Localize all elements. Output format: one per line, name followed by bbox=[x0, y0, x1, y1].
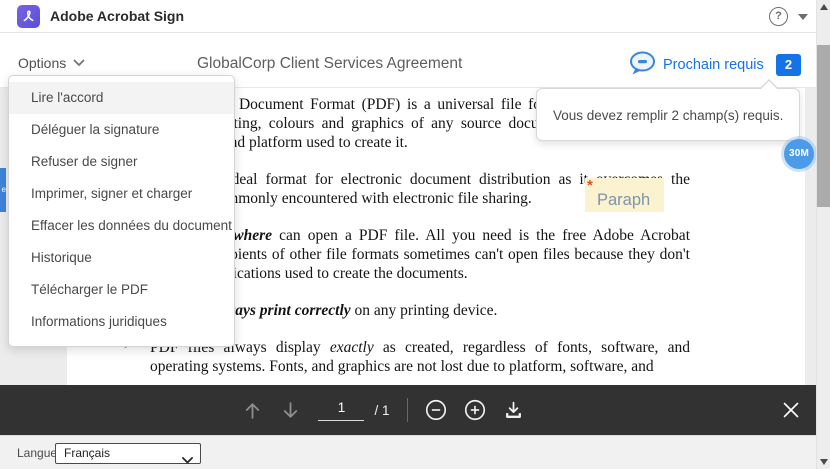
toolbar-divider bbox=[406, 398, 408, 422]
help-icon[interactable]: ? bbox=[769, 7, 788, 26]
initials-form-field[interactable]: * Paraph bbox=[585, 177, 664, 212]
menu-item-download-pdf[interactable]: Télécharger le PDF bbox=[9, 274, 234, 306]
zoom-in-button[interactable] bbox=[464, 399, 486, 421]
scroll-up-icon[interactable] bbox=[820, 4, 828, 10]
required-fields-tooltip: Vous devez remplir 2 champ(s) requis. bbox=[536, 79, 800, 141]
menu-item-clear-document-data[interactable]: Effacer les données du document bbox=[9, 210, 234, 242]
previous-page-button[interactable] bbox=[242, 400, 263, 421]
select-chevron-icon bbox=[182, 451, 193, 469]
scroll-down-icon[interactable] bbox=[820, 459, 828, 465]
acrobat-sign-window: Adobe Acrobat Sign ? Options GlobalCorp … bbox=[0, 0, 830, 469]
next-required-button[interactable]: Prochain requis bbox=[663, 57, 764, 73]
menu-item-delegate-signature[interactable]: Déléguer la signature bbox=[9, 114, 234, 146]
menu-item-decline-to-sign[interactable]: Refuser de signer bbox=[9, 146, 234, 178]
chevron-down-icon bbox=[73, 59, 85, 67]
comment-bubble-icon[interactable] bbox=[628, 51, 657, 82]
options-dropdown-menu: Lire l'accord Déléguer la signature Refu… bbox=[8, 75, 235, 347]
required-asterisk: * bbox=[587, 177, 593, 194]
language-select[interactable]: Français bbox=[55, 443, 201, 464]
acrobat-logo-icon bbox=[17, 5, 40, 28]
download-icon[interactable] bbox=[503, 400, 524, 421]
account-caret-icon[interactable] bbox=[798, 14, 808, 20]
app-title: Adobe Acrobat Sign bbox=[50, 8, 185, 24]
menu-item-legal-notices[interactable]: Informations juridiques bbox=[9, 306, 234, 338]
page-number-input[interactable] bbox=[318, 399, 365, 421]
options-menu-trigger[interactable]: Options bbox=[18, 55, 85, 71]
language-bar: Langue Français bbox=[0, 435, 830, 469]
options-label: Options bbox=[18, 55, 67, 71]
next-page-button[interactable] bbox=[280, 400, 301, 421]
menu-item-print-sign-upload[interactable]: Imprimer, signer et charger bbox=[9, 178, 234, 210]
vertical-scrollbar bbox=[816, 0, 830, 469]
menu-item-history[interactable]: Historique bbox=[9, 242, 234, 274]
language-value: Français bbox=[64, 446, 111, 460]
initials-field-label: Paraph bbox=[597, 191, 651, 209]
menu-item-read-agreement[interactable]: Lire l'accord bbox=[9, 82, 234, 114]
page-total: / 1 bbox=[374, 402, 390, 418]
field-navigation-tab[interactable]: e bbox=[0, 168, 6, 212]
tooltip-text: Vous devez remplir 2 champ(s) requis. bbox=[553, 108, 784, 123]
language-label: Langue bbox=[17, 446, 58, 460]
required-count-badge[interactable]: 2 bbox=[776, 54, 801, 76]
document-title: GlobalCorp Client Services Agreement bbox=[197, 55, 463, 72]
signer-avatar[interactable]: 30M bbox=[784, 139, 814, 169]
zoom-out-button[interactable] bbox=[425, 399, 447, 421]
top-bar: Adobe Acrobat Sign ? bbox=[0, 0, 830, 33]
viewer-controls-bar: / 1 bbox=[0, 385, 816, 435]
close-icon[interactable] bbox=[782, 401, 800, 424]
scrollbar-thumb[interactable] bbox=[817, 45, 830, 207]
